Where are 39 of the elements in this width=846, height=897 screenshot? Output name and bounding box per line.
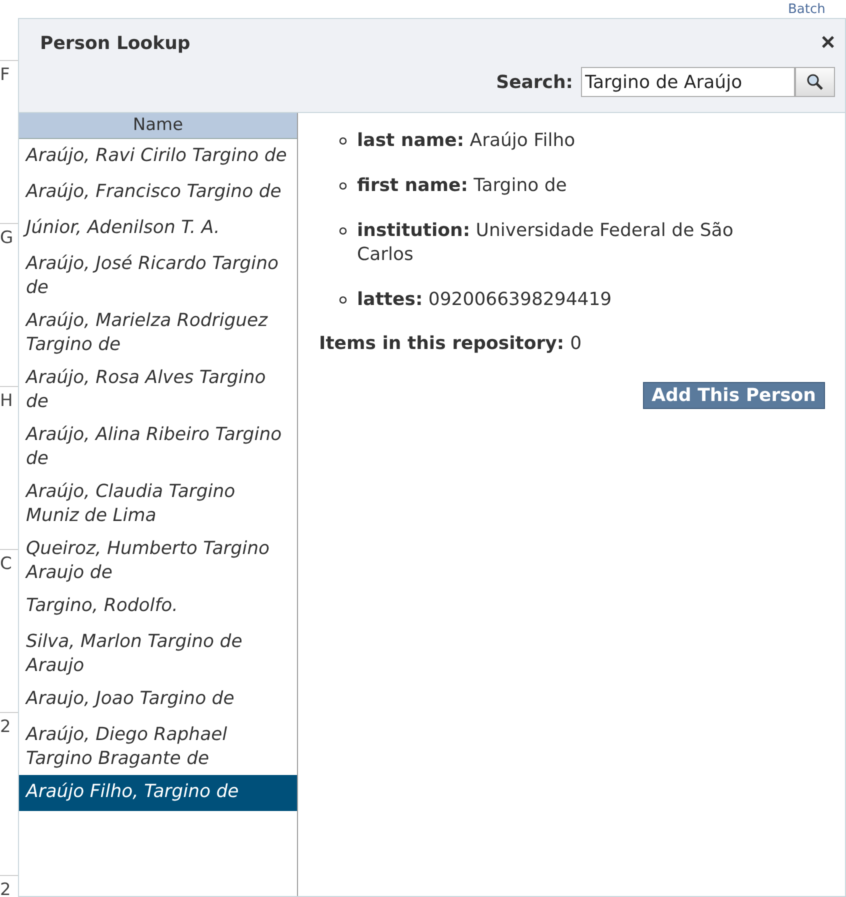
name-item[interactable]: Araújo, Diego Raphael Targino Bragante de — [19, 718, 297, 775]
name-item[interactable]: Araújo, José Ricardo Targino de — [19, 247, 297, 304]
name-item[interactable]: Araujo, Joao Targino de — [19, 682, 297, 718]
name-item[interactable]: Araújo, Rosa Alves Targino de — [19, 361, 297, 418]
name-item[interactable]: Targino, Rodolfo. — [19, 589, 297, 625]
row-label: F — [0, 65, 11, 85]
detail-field: institution: Universidade Federal de São Carlos — [357, 219, 787, 267]
items-label: Items in this repository: — [319, 333, 564, 354]
search-label: Search: — [496, 72, 573, 92]
name-item[interactable]: Júnior, Adenilson T. A. — [19, 211, 297, 247]
detail-field: last name: Araújo Filho — [357, 129, 576, 153]
add-person-button[interactable]: Add This Person — [642, 382, 825, 409]
name-item[interactable]: Silva, Marlon Targino de Araujo — [19, 625, 297, 682]
search-icon — [806, 73, 824, 91]
row-label: 2 — [0, 880, 12, 897]
search-button[interactable] — [795, 67, 835, 97]
bullet-icon — [339, 137, 347, 145]
name-item[interactable]: Araújo, Francisco Targino de — [19, 175, 297, 211]
name-item[interactable]: Araújo, Ravi Cirilo Targino de — [19, 139, 297, 175]
name-item[interactable]: Araújo, Alina Ribeiro Targino de — [19, 418, 297, 475]
row-label: G — [0, 228, 14, 248]
bullet-icon — [339, 296, 347, 304]
dialog-title: Person Lookup — [40, 32, 190, 54]
row-label: 2 — [0, 717, 12, 737]
detail-field: lattes: 0920066398294419 — [357, 288, 612, 312]
name-item[interactable]: Araújo Filho, Targino de — [19, 775, 297, 811]
name-item[interactable]: Araújo, Marielza Rodriguez Targino de — [19, 304, 297, 361]
bullet-icon — [339, 227, 347, 235]
detail-field: first name: Targino de — [357, 174, 567, 198]
items-count: 0 — [570, 333, 582, 354]
bullet-icon — [339, 182, 347, 190]
row-label: C — [0, 554, 13, 574]
batch-link[interactable]: Batch — [788, 2, 826, 17]
search-field[interactable]: Targino de Araújo — [581, 67, 795, 97]
name-item[interactable]: Araújo, Claudia Targino Muniz de Lima — [19, 475, 297, 532]
column-header: Name — [19, 113, 297, 139]
row-label: H — [0, 391, 14, 411]
name-item[interactable]: Queiroz, Humberto Targino Araujo de — [19, 532, 297, 589]
close-button[interactable]: × — [820, 31, 835, 55]
